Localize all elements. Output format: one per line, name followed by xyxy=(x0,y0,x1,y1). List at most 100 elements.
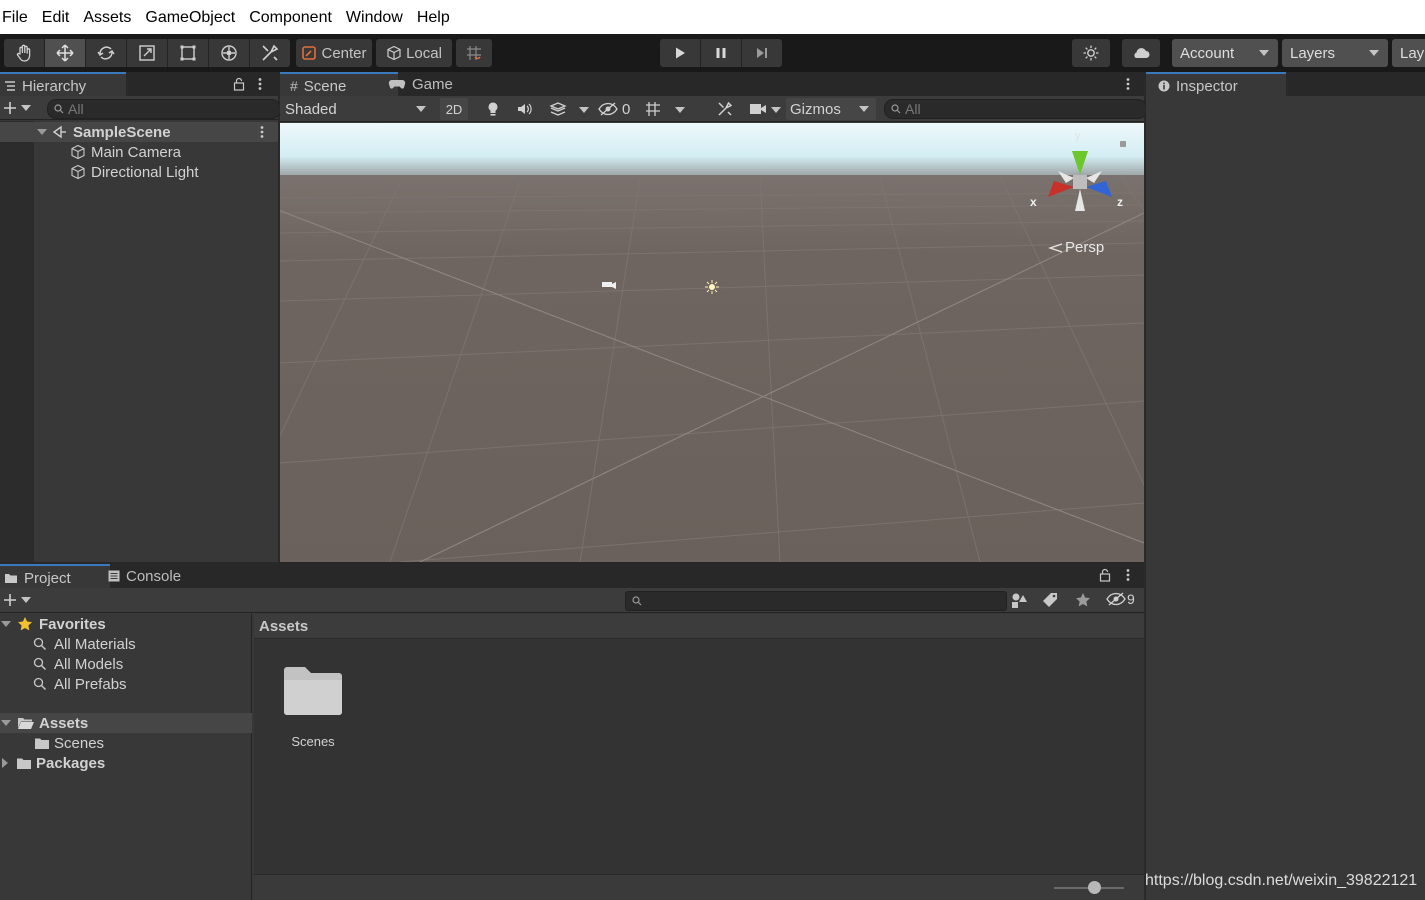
pivot-center-toggle[interactable]: Center xyxy=(296,39,372,67)
gizmos-dropdown[interactable]: Gizmos xyxy=(786,98,876,120)
2d-toggle-button[interactable]: 2D xyxy=(440,98,468,120)
chevron-down-icon[interactable] xyxy=(1,720,11,726)
light-gizmo[interactable] xyxy=(705,280,719,294)
plus-icon[interactable] xyxy=(3,101,17,115)
audio-icon[interactable] xyxy=(516,101,534,117)
chevron-down-icon xyxy=(1259,50,1269,56)
kebab-menu-icon[interactable] xyxy=(1124,568,1132,582)
menu-gameobject[interactable]: GameObject xyxy=(138,4,242,38)
pivot-local-toggle[interactable]: Local xyxy=(376,39,452,67)
move-tool-button[interactable] xyxy=(45,39,86,67)
packages-folder-row[interactable]: Packages xyxy=(0,753,105,773)
chevron-down-icon[interactable] xyxy=(37,129,47,135)
zoom-slider-thumb[interactable] xyxy=(1088,881,1101,894)
scenes-folder-row[interactable]: Scenes xyxy=(0,733,104,753)
draw-mode-dropdown[interactable]: Shaded xyxy=(280,97,432,121)
kebab-menu-icon[interactable] xyxy=(258,125,266,139)
account-dropdown[interactable]: Account xyxy=(1172,39,1278,67)
tab-game[interactable]: Game xyxy=(378,72,463,96)
tools-icon[interactable] xyxy=(717,101,733,117)
kebab-menu-icon[interactable] xyxy=(1124,77,1132,91)
assets-folder-row[interactable]: Assets xyxy=(0,713,252,733)
pause-icon xyxy=(716,48,726,58)
camera-icon[interactable] xyxy=(749,102,767,116)
grid-snap-button[interactable] xyxy=(456,39,492,67)
scale-icon xyxy=(139,45,155,61)
hidden-count: 0 xyxy=(622,100,631,118)
favorites-row[interactable]: Favorites xyxy=(0,614,106,634)
layers-dropdown[interactable]: Layers xyxy=(1282,39,1388,67)
orientation-gizmo[interactable] xyxy=(1030,131,1126,227)
tab-project-label: Project xyxy=(24,569,71,587)
plus-icon[interactable] xyxy=(3,593,17,607)
chevron-right-icon[interactable] xyxy=(2,758,8,768)
hand-tool-button[interactable] xyxy=(4,39,45,67)
hidden-packages-toggle[interactable]: 9 xyxy=(1106,591,1135,607)
gameobject-cube-icon xyxy=(71,164,85,180)
lighting-button[interactable] xyxy=(1072,39,1110,67)
star-icon[interactable] xyxy=(1075,592,1091,608)
chevron-down-icon[interactable] xyxy=(21,105,31,111)
favorite-item[interactable]: All Prefabs xyxy=(0,674,127,694)
rect-tool-button[interactable] xyxy=(168,39,209,67)
asset-folder-item[interactable]: Scenes xyxy=(274,664,352,754)
menu-help[interactable]: Help xyxy=(410,4,457,38)
search-by-type-icon[interactable] xyxy=(1010,592,1028,610)
gameobject-row[interactable]: Directional Light xyxy=(0,162,199,182)
cloud-button[interactable] xyxy=(1122,39,1160,67)
scene-row[interactable]: SampleScene xyxy=(0,122,278,142)
pause-button[interactable] xyxy=(701,39,742,67)
chevron-down-icon[interactable] xyxy=(675,107,685,113)
tab-console[interactable]: Console xyxy=(98,564,191,588)
transform-tool-button[interactable] xyxy=(209,39,250,67)
list-icon xyxy=(5,81,15,91)
gameobject-row[interactable]: Main Camera xyxy=(0,142,181,162)
grid-icon[interactable] xyxy=(644,100,662,118)
project-search-input[interactable] xyxy=(625,591,1007,611)
chevron-down-icon[interactable] xyxy=(1,621,11,627)
favorite-item[interactable]: All Models xyxy=(0,654,123,674)
menu-window[interactable]: Window xyxy=(339,4,410,38)
lock-icon[interactable] xyxy=(1099,568,1111,582)
kebab-menu-icon[interactable] xyxy=(256,77,264,91)
chevron-down-icon[interactable] xyxy=(771,107,781,113)
step-button[interactable] xyxy=(742,39,782,67)
chevron-down-icon[interactable] xyxy=(21,597,31,603)
projection-label: Persp xyxy=(1065,239,1105,256)
gizmos-label: Gizmos xyxy=(790,100,841,118)
play-icon xyxy=(676,47,685,59)
rotate-tool-button[interactable] xyxy=(86,39,127,67)
project-toolbar: 9 xyxy=(0,588,1144,613)
folder-icon xyxy=(5,574,17,583)
chevron-down-icon xyxy=(1369,50,1379,56)
custom-tool-button[interactable] xyxy=(250,39,290,67)
scene-viewport[interactable]: y x z Persp xyxy=(280,123,1144,562)
tab-project[interactable]: Project xyxy=(0,564,110,590)
gameobject-name: Directional Light xyxy=(91,163,199,181)
main-toolbar: Center Local Account Layers Lay xyxy=(0,34,1425,72)
lightbulb-icon[interactable] xyxy=(485,101,501,117)
scene-search-input[interactable]: All xyxy=(884,99,1147,119)
hierarchy-search-input[interactable]: All xyxy=(47,99,281,119)
menu-file[interactable]: File xyxy=(0,4,35,38)
favorite-item[interactable]: All Materials xyxy=(0,634,136,654)
label-tag-icon[interactable] xyxy=(1042,592,1058,608)
search-icon xyxy=(33,677,47,691)
lock-icon[interactable] xyxy=(233,77,245,91)
star-icon xyxy=(18,617,32,631)
pivot-label: Center xyxy=(321,44,367,62)
menu-assets[interactable]: Assets xyxy=(76,4,138,38)
menu-edit[interactable]: Edit xyxy=(35,4,77,38)
tab-inspector[interactable]: Inspector xyxy=(1146,72,1286,98)
play-button[interactable] xyxy=(660,39,701,67)
scale-tool-button[interactable] xyxy=(127,39,168,67)
layout-dropdown[interactable]: Lay xyxy=(1392,39,1425,67)
projection-toggle[interactable]: Persp xyxy=(1048,239,1104,256)
hidden-objects-toggle[interactable]: 0 xyxy=(598,100,630,118)
transform-tools xyxy=(4,39,290,67)
menu-component[interactable]: Component xyxy=(242,4,339,38)
breadcrumb-assets[interactable]: Assets xyxy=(259,618,308,635)
tab-hierarchy[interactable]: Hierarchy xyxy=(0,72,126,98)
chevron-down-icon[interactable] xyxy=(579,107,589,113)
effects-icon[interactable] xyxy=(549,101,567,117)
